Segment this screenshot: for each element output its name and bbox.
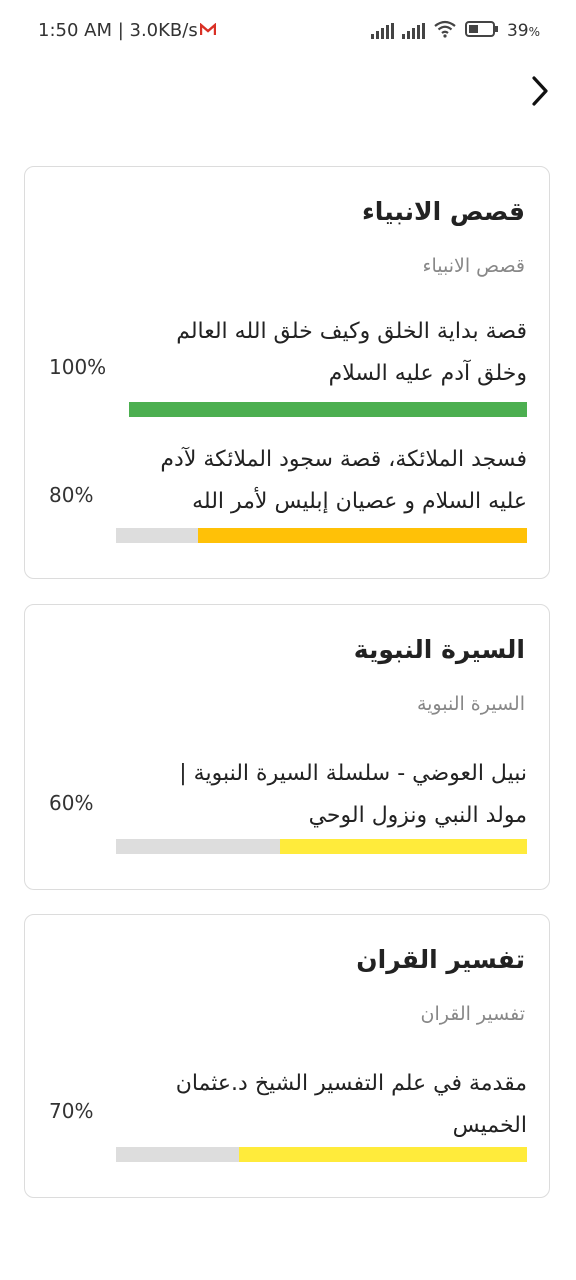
progress-percent: 100%	[49, 355, 107, 379]
progress-fill	[129, 402, 527, 417]
status-time: 1:50 AM | 3.0KB/s	[38, 20, 198, 41]
course-title: تفسير القران	[356, 945, 525, 974]
progress-percent: 60%	[49, 791, 94, 815]
progress-fill	[280, 839, 527, 854]
progress-fill	[239, 1147, 527, 1162]
course-card[interactable]: السيرة النبوية السيرة النبوية نبيل العوض…	[24, 604, 550, 890]
lesson-title: مقدمة في علم التفسير الشيخ د.عثمان الخميس	[175, 1071, 527, 1138]
progress-bar	[116, 1147, 527, 1162]
signal-icon-2	[401, 23, 425, 39]
chevron-right-icon[interactable]	[524, 74, 554, 108]
progress-fill	[198, 528, 527, 543]
course-title: قصص الانبياء	[362, 197, 525, 226]
battery-icon	[464, 20, 499, 42]
course-subtitle: قصص الانبياء	[422, 255, 525, 277]
gmail-icon	[199, 22, 217, 36]
status-icons: 39%	[370, 20, 540, 42]
lesson-title: قصة بداية الخلق وكيف خلق الله العالم وخلق…	[176, 319, 527, 386]
progress-bar	[116, 528, 527, 543]
progress-percent: 70%	[49, 1099, 94, 1123]
course-subtitle: تفسير القران	[420, 1003, 526, 1025]
course-card[interactable]: تفسير القران تفسير القران مقدمة في علم ا…	[24, 914, 550, 1198]
progress-bar	[129, 402, 527, 417]
progress-percent: 80%	[49, 483, 94, 507]
course-title: السيرة النبوية	[353, 635, 525, 664]
course-subtitle: السيرة النبوية	[416, 693, 525, 715]
lesson-title: فسجد الملائكة، قصة سجود الملائكة لآدم علي…	[160, 447, 527, 514]
signal-icon	[370, 23, 394, 39]
status-bar: 1:50 AM | 3.0KB/s 39%	[0, 0, 576, 64]
battery-percent: 39%	[506, 21, 540, 41]
wifi-icon	[433, 20, 457, 42]
course-card[interactable]: قصص الانبياء قصص الانبياء قصة بداية الخل…	[24, 166, 550, 579]
lesson-title: نبيل العوضي - سلسلة السيرة النبوية | مولد…	[179, 761, 527, 828]
progress-bar	[116, 839, 527, 854]
